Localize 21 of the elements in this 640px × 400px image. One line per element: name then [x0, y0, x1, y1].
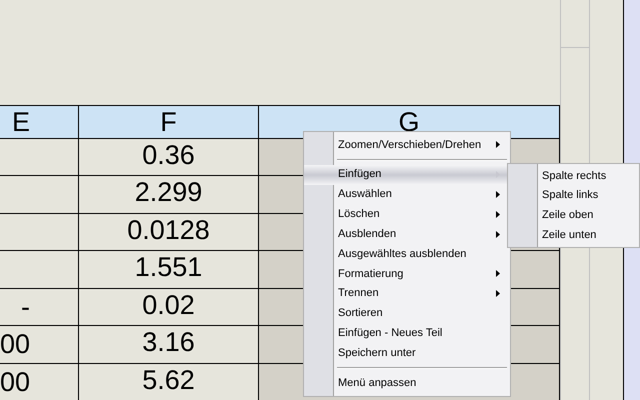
- column-header[interactable]: F: [79, 106, 259, 138]
- menu-item[interactable]: Ausblenden: [304, 224, 510, 244]
- menu-item[interactable]: Zeile unten: [508, 225, 639, 245]
- menu-item[interactable]: Zoomen/Verschieben/Drehen: [304, 135, 510, 155]
- menu-item[interactable]: Speichern unter: [304, 343, 510, 364]
- menu-item[interactable]: Ausgewähltes ausblenden: [304, 244, 510, 264]
- menu-item[interactable]: Spalte rechts: [508, 166, 639, 186]
- menu-item[interactable]: Auswählen: [304, 184, 510, 204]
- table-cell: 00: [0, 364, 79, 400]
- menu-item[interactable]: Einfügen - Neues Teil: [304, 323, 510, 344]
- menu-item[interactable]: Zeile oben: [508, 206, 639, 226]
- menu-item[interactable]: Menü anpassen: [304, 373, 510, 393]
- menu-item[interactable]: Sortieren: [304, 304, 510, 324]
- menu-item[interactable]: Löschen: [304, 204, 510, 224]
- menu-item[interactable]: Formatierung: [304, 264, 510, 284]
- menu-item[interactable]: Trennen: [304, 284, 510, 304]
- menu-item[interactable]: Spalte links: [508, 186, 639, 206]
- table-cell: -: [0, 288, 79, 325]
- column-header[interactable]: E: [0, 106, 79, 138]
- table-cell: 00: [0, 326, 79, 362]
- menu-item[interactable]: Einfügen: [304, 164, 510, 185]
